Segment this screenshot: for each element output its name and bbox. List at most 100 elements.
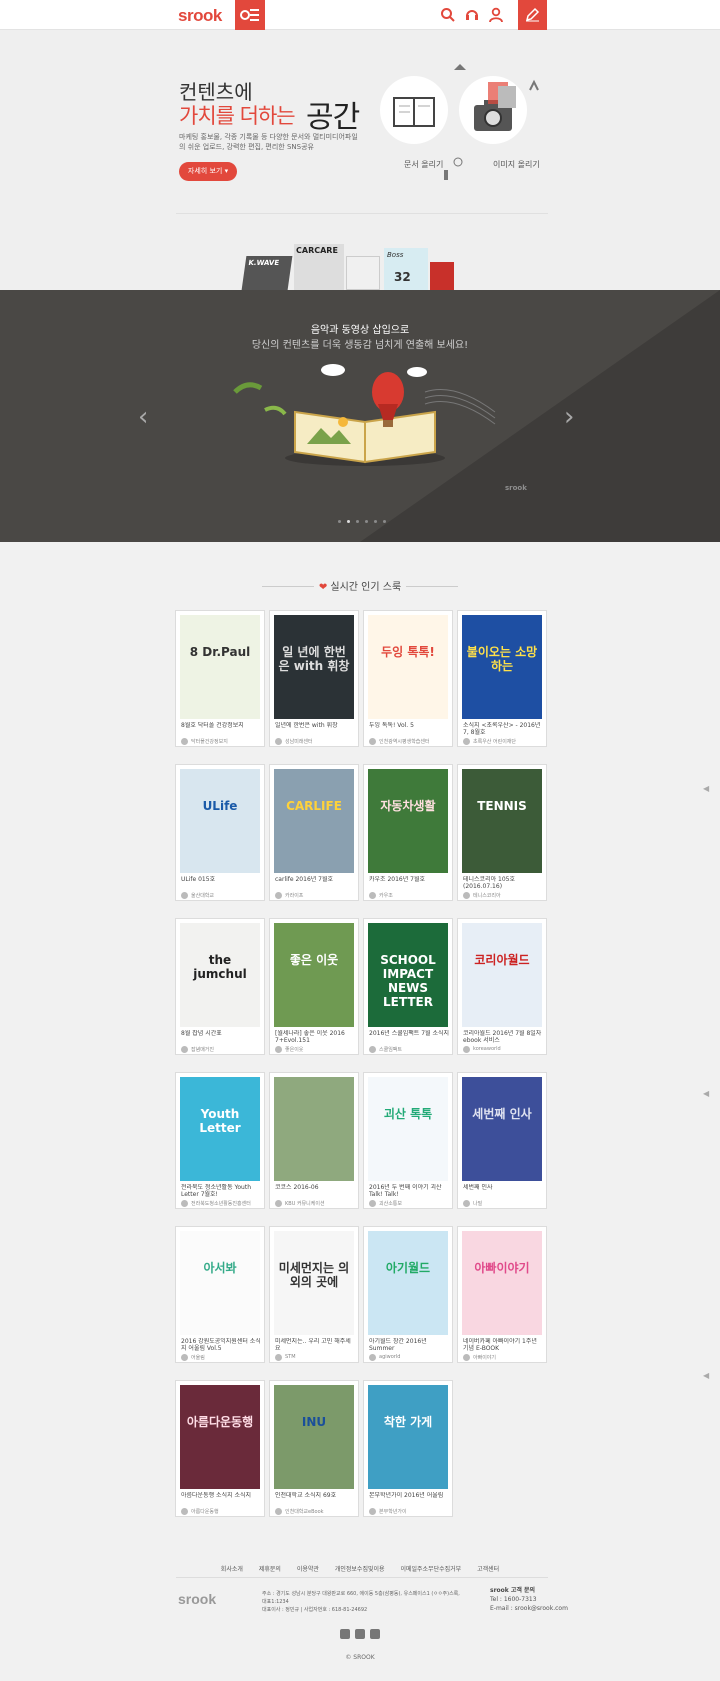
publisher-name[interactable]: 아름다운동행	[191, 1508, 261, 1515]
magazine-cover[interactable]: 괴산 톡톡	[368, 1077, 448, 1181]
publisher-name[interactable]: 카라이프	[285, 892, 355, 899]
twitter-icon[interactable]	[355, 1629, 365, 1639]
magazine-card[interactable]: 아름다운동행 아름다운동행 소식지 소식지 아름다운동행	[175, 1380, 265, 1517]
magazine-cover[interactable]: 세번째 인사	[462, 1077, 542, 1181]
magazine-card[interactable]: TENNIS 테니스코리아 105호(2016.07.16) 테니스코리아	[457, 764, 547, 901]
publisher-name[interactable]: 카우조	[379, 892, 449, 899]
footer-link-terms[interactable]: 이용약관	[297, 1566, 319, 1573]
publisher-name[interactable]: 전라북도청소년활동진흥센터	[191, 1200, 261, 1207]
magazine-title[interactable]: ULife 015호	[181, 876, 261, 890]
magazine-card[interactable]: 좋은 이웃 [월세나라] 좋은 이웃 2016 7+Evol.151 좋은이웃	[269, 918, 359, 1055]
magazine-title[interactable]: 8월호 닥터폴 건강정보지	[181, 722, 261, 736]
publisher-name[interactable]: agiworld	[379, 1354, 449, 1360]
magazine-card[interactable]: the jumchul 8월 잡념 시간표 잡념매거진	[175, 918, 265, 1055]
magazine-cover[interactable]: 8 Dr.Paul	[180, 615, 260, 719]
magazine-cover[interactable]: 일 년에 한번은 with 휘창	[274, 615, 354, 719]
magazine-cover[interactable]: SCHOOL IMPACT NEWS LETTER	[368, 923, 448, 1027]
magazine-title[interactable]: 인천대학교 소식지 69호	[275, 1492, 355, 1506]
magazine-card[interactable]: ULife ULife 015호울산대학교	[175, 764, 265, 901]
footer-link-email-policy[interactable]: 이메일주소무단수집거부	[400, 1566, 461, 1573]
publisher-name[interactable]: 스쿨임팩트	[379, 1046, 449, 1053]
footer-link-partnership[interactable]: 제휴문의	[259, 1566, 281, 1573]
user-icon[interactable]	[488, 7, 504, 23]
facebook-icon[interactable]	[340, 1629, 350, 1639]
magazine-card[interactable]: CARLIFE carlife 2016년 7월호카라이프	[269, 764, 359, 901]
publisher-name[interactable]: 잡념매거진	[191, 1046, 261, 1053]
magazine-title[interactable]: 2016 강원도공익지원센터 소식지 어울림 Vol.5	[181, 1338, 261, 1352]
magazine-card[interactable]: 착한 가게본부학년가이 2016년 어울림본부학년가이	[363, 1380, 453, 1517]
magazine-cover[interactable]: CARLIFE	[274, 769, 354, 873]
magazine-cover[interactable]: ULife	[180, 769, 260, 873]
publisher-name[interactable]: KBU 커뮤니케이션	[285, 1200, 355, 1207]
magazine-cover[interactable]: the jumchul	[180, 923, 260, 1027]
publisher-name[interactable]: 성남미래센터	[285, 738, 355, 745]
publisher-name[interactable]: 울산대학교	[191, 892, 261, 899]
publisher-name[interactable]: 좋은이웃	[285, 1046, 355, 1053]
magazine-title[interactable]: carlife 2016년 7월호	[275, 876, 355, 890]
publisher-name[interactable]: 인천광역시평생학습센터	[379, 738, 449, 745]
magazine-card[interactable]: 미세먼지는 의외의 곳에 미세먼지는.. 우리 고민 해주세요 STM	[269, 1226, 359, 1363]
publisher-name[interactable]: STM	[285, 1354, 355, 1360]
magazine-cover[interactable]: 자동차생활	[368, 769, 448, 873]
magazine-card[interactable]: 일 년에 한번은 with 휘창 일년에 한번은 with 휘창 성남미래센터	[269, 610, 359, 747]
publisher-name[interactable]: 나빌	[473, 1200, 543, 1207]
magazine-card[interactable]: 자동차생활카우조 2016년 7월호카우조	[363, 764, 453, 901]
publisher-name[interactable]: 본부학년가이	[379, 1508, 449, 1515]
publisher-name[interactable]: koreaworld	[473, 1046, 543, 1052]
slider-next-arrow[interactable]: ›	[564, 402, 574, 432]
magazine-title[interactable]: 2016년 두 번째 이야기 괴산 Talk! Talk!	[369, 1184, 449, 1198]
publisher-name[interactable]: 어울림	[191, 1354, 261, 1361]
blog-icon[interactable]	[370, 1629, 380, 1639]
slider-dots[interactable]	[335, 508, 389, 527]
side-arrow[interactable]: ◀	[703, 1371, 709, 1380]
magazine-title[interactable]: [월세나라] 좋은 이웃 2016 7+Evol.151	[275, 1030, 355, 1044]
menu-icon[interactable]	[235, 0, 265, 30]
magazine-cover[interactable]: 좋은 이웃	[274, 923, 354, 1027]
feature-upload-document[interactable]: 문서 올리기	[404, 159, 443, 170]
publisher-name[interactable]: 초록우산 어린이재단	[473, 738, 543, 745]
magazine-title[interactable]: 전라북도 청소년활동 Youth Letter 7월호!	[181, 1184, 261, 1198]
magazine-card[interactable]: 세번째 인사 세번째 인사 나빌	[457, 1072, 547, 1209]
magazine-title[interactable]: 카우조 2016년 7월호	[369, 876, 449, 890]
slider-dot-active[interactable]	[347, 520, 350, 523]
magazine-title[interactable]: 세번째 인사	[463, 1184, 543, 1198]
publisher-name[interactable]: 닥터폴건강정보지	[191, 738, 261, 745]
magazine-cover[interactable]: 아빠이야기	[462, 1231, 542, 1335]
footer-link-support[interactable]: 고객센터	[477, 1566, 499, 1573]
srook-logo[interactable]: srook	[178, 6, 222, 26]
publisher-name[interactable]: 인천대학교eBook	[285, 1508, 355, 1515]
feature-upload-image[interactable]: 이미지 올리기	[493, 159, 540, 170]
magazine-title[interactable]: 두잉 톡톡! Vol. 5	[369, 722, 449, 736]
side-arrow[interactable]: ◀	[703, 784, 709, 793]
magazine-card[interactable]: 코코스 2016-06 KBU 커뮤니케이션	[269, 1072, 359, 1209]
magazine-card[interactable]: 괴산 톡톡 2016년 두 번째 이야기 괴산 Talk! Talk! 괴산소통보	[363, 1072, 453, 1209]
magazine-title[interactable]: 본부학년가이 2016년 어울림	[369, 1492, 449, 1506]
magazine-card[interactable]: 불이오는 소망하는 소식지 <초록우산> - 2016년 7, 8월호 초록우산 어…	[457, 610, 547, 747]
publisher-name[interactable]: 아빠이야기	[473, 1354, 543, 1361]
magazine-card[interactable]: SCHOOL IMPACT NEWS LETTER 2016년 스쿨임팩트 7월 …	[363, 918, 453, 1055]
publisher-name[interactable]: 괴산소통보	[379, 1200, 449, 1207]
magazine-title[interactable]: 네이버카페 아빠이야기 1주년 기념 E-BOOK	[463, 1338, 543, 1352]
slider-dot[interactable]	[374, 520, 377, 523]
slider-prev-arrow[interactable]: ‹	[138, 402, 148, 432]
magazine-cover[interactable]: 두잉 톡톡!	[368, 615, 448, 719]
magazine-card[interactable]: 아서봐 2016 강원도공익지원센터 소식지 어울림 Vol.5 어울림	[175, 1226, 265, 1363]
magazine-card[interactable]: 아빠이야기 네이버카페 아빠이야기 1주년 기념 E-BOOK 아빠이야기	[457, 1226, 547, 1363]
publisher-name[interactable]: 테니스코리아	[473, 892, 543, 899]
magazine-card[interactable]: INU 인천대학교 소식지 69호인천대학교eBook	[269, 1380, 359, 1517]
magazine-title[interactable]: 소식지 <초록우산> - 2016년 7, 8월호	[463, 722, 543, 736]
magazine-cover[interactable]	[274, 1077, 354, 1181]
magazine-card[interactable]: 코리아월드 코리아월드 2016년 7월 8일자 ebook 서비스 koreawo…	[457, 918, 547, 1055]
magazine-card[interactable]: 8 Dr.Paul 8월호 닥터폴 건강정보지닥터폴건강정보지	[175, 610, 265, 747]
magazine-card[interactable]: Youth Letter 전라북도 청소년활동 Youth Letter 7월호!…	[175, 1072, 265, 1209]
magazine-cover[interactable]: TENNIS	[462, 769, 542, 873]
magazine-cover[interactable]: 착한 가게	[368, 1385, 448, 1489]
magazine-cover[interactable]: 아름다운동행	[180, 1385, 260, 1489]
magazine-cover[interactable]: INU	[274, 1385, 354, 1489]
magazine-title[interactable]: 2016년 스쿨임팩트 7월 소식지	[369, 1030, 449, 1044]
headset-icon[interactable]	[464, 7, 480, 23]
magazine-cover[interactable]: 코리아월드	[462, 923, 542, 1027]
side-arrow[interactable]: ◀	[703, 1089, 709, 1098]
magazine-title[interactable]: 아기월드 창간 2016년 Summer	[369, 1338, 449, 1352]
slider-dot[interactable]	[365, 520, 368, 523]
